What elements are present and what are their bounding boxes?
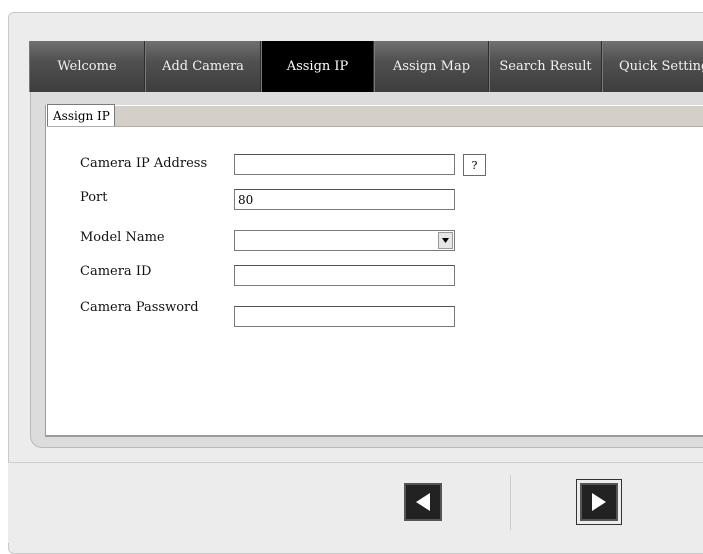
triangle-right-icon [592, 493, 606, 511]
model-name-select[interactable] [234, 230, 455, 251]
subtab-strip [47, 106, 703, 127]
subtab-assign-ip[interactable]: Assign IP [47, 104, 115, 126]
camera-ip-input[interactable] [234, 154, 455, 175]
chevron-down-icon[interactable] [438, 232, 453, 249]
triangle-left-icon [416, 493, 430, 511]
tab-welcome[interactable]: Welcome [29, 41, 145, 92]
camera-id-input[interactable] [234, 265, 455, 286]
camera-password-input[interactable] [234, 306, 455, 327]
navigation-divider [510, 475, 511, 530]
back-button[interactable] [404, 483, 442, 521]
tab-quick-settings[interactable]: Quick Settings [602, 41, 703, 92]
wizard-tabs: Welcome Add Camera Assign IP Assign Map … [29, 41, 703, 92]
tab-assign-ip[interactable]: Assign IP [261, 41, 374, 92]
tab-add-camera[interactable]: Add Camera [145, 41, 261, 92]
camera-password-label: Camera Password [80, 300, 199, 315]
next-button[interactable] [576, 479, 622, 525]
camera-id-label: Camera ID [80, 264, 152, 279]
model-name-label: Model Name [80, 230, 165, 245]
tab-search-result[interactable]: Search Result [489, 41, 602, 92]
port-input[interactable] [234, 189, 455, 210]
port-label: Port [80, 190, 108, 205]
camera-ip-label: Camera IP Address [80, 156, 208, 171]
tab-assign-map[interactable]: Assign Map [374, 41, 489, 92]
camera-ip-help-button[interactable]: ? [463, 154, 486, 176]
